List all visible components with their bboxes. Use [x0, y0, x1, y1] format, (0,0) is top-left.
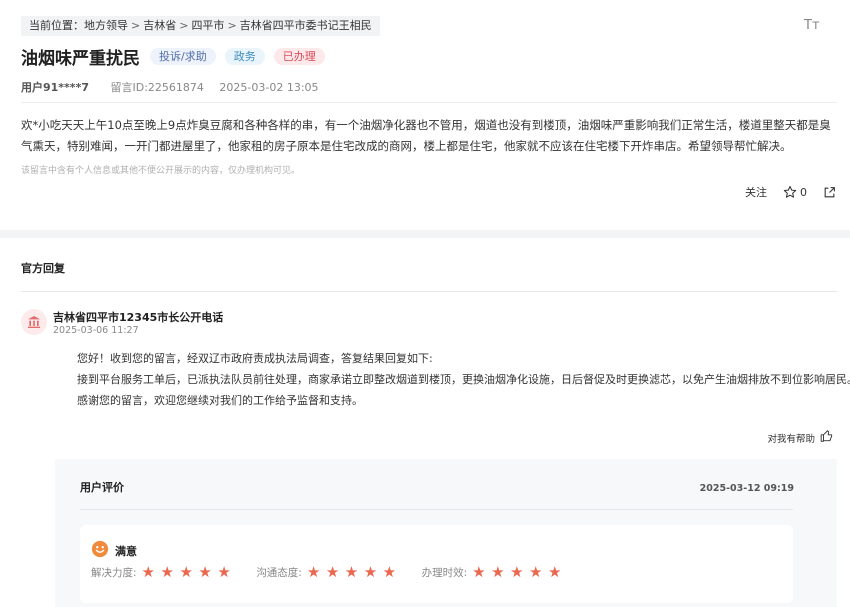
star-icon: ★: [529, 563, 543, 581]
helpful-button[interactable]: 对我有帮助: [767, 429, 834, 446]
smiley-face-icon: [91, 540, 109, 562]
satisfaction-label: 满意: [115, 545, 137, 558]
star-icon: ★: [344, 563, 359, 581]
official-reply-card: 官方回复 吉林省四平市12345市长公开电话 2025-03-06 11:27 …: [0, 238, 850, 607]
satisfaction-row: 满意: [91, 540, 137, 562]
breadcrumb-item-local-leaders[interactable]: 地方领导: [84, 16, 128, 36]
divider: [21, 291, 837, 292]
message-card: 当前位置：地方领导 > 吉林省 > 四平市 > 吉林省四平市委书记王相民 Tт 油烟味严重扰…: [0, 0, 850, 230]
star-rating: ★ ★ ★ ★ ★: [472, 565, 567, 580]
star-icon: ★: [325, 563, 340, 581]
evaluation-card: 满意 解决力度: ★ ★ ★ ★ ★ 沟通态度: ★ ★ ★ ★ ★ 办理时效: ★ ★ ★ ★ ★: [80, 525, 793, 603]
ratings-row: 解决力度: ★ ★ ★ ★ ★ 沟通态度: ★ ★ ★ ★ ★ 办理时效: ★ ★ ★ ★ ★: [91, 565, 587, 580]
breadcrumb-prefix: 当前位置：: [29, 19, 84, 32]
message-content: 欢*小吃天天上午10点至晚上9点炸臭豆腐和各种各样的串，有一个油烟净化器也不管用…: [21, 118, 831, 153]
reply-org-name: 吉林省四平市12345市长公开电话: [53, 311, 224, 324]
page-title: 油烟味严重扰民: [21, 48, 140, 69]
dept-tag: 政务: [224, 47, 265, 65]
breadcrumb-separator: >: [179, 19, 189, 32]
star-icon: ★: [363, 563, 378, 581]
star-icon: ★: [160, 563, 174, 581]
reply-line: 接到平台服务工单后，已派执法队员前往处理，商家承诺立即整改烟道到楼顶，更换油烟净…: [77, 373, 850, 386]
share-icon: [823, 186, 836, 199]
breadcrumb-item-province[interactable]: 吉林省: [143, 16, 176, 36]
type-tag: 投诉/求助: [150, 47, 216, 65]
reply-content: 您好！收到您的留言，经双辽市政府责成执法局调查，答复结果回复如下: 接到平台服务…: [77, 348, 850, 411]
rating-timeliness: 办理时效: ★ ★ ★ ★ ★: [422, 565, 567, 580]
star-icon: ★: [382, 563, 397, 581]
privacy-note: 该留言中含有个人信息或其他不便公开展示的内容，仅办理机构可见。: [21, 166, 301, 176]
reply-line: 感谢您的留言，欢迎您继续对我们的工作给予监督和支持。: [77, 394, 363, 407]
section-title: 官方回复: [21, 262, 65, 275]
breadcrumb: 当前位置：地方领导 > 吉林省 > 四平市 > 吉林省四平市委书记王相民: [21, 16, 380, 36]
star-icon: ★: [217, 563, 231, 581]
title-row: 油烟味严重扰民 投诉/求助 政务 已办理: [21, 44, 334, 69]
star-icon: ★: [472, 563, 486, 581]
message-meta: 用户91****7 留言ID:22561874 2025-03-02 13:05: [21, 79, 319, 95]
rating-label: 沟通态度:: [256, 567, 302, 579]
font-size-icon[interactable]: Tт: [804, 18, 820, 33]
message-id: 留言ID:22561874: [110, 81, 204, 94]
star-outline-icon: [783, 185, 797, 199]
divider: [80, 509, 793, 510]
reply-line: 您好！收到您的留言，经双辽市政府责成执法局调查，答复结果回复如下:: [77, 352, 433, 365]
status-badge: 已办理: [273, 47, 325, 65]
like-count: 0: [800, 185, 807, 199]
star-icon: ★: [141, 563, 155, 581]
star-icon: ★: [510, 563, 524, 581]
like-button[interactable]: 0: [783, 185, 807, 199]
star-icon: ★: [198, 563, 212, 581]
breadcrumb-separator: >: [131, 19, 141, 32]
rating-label: 解决力度:: [91, 567, 137, 579]
user-name: 用户91****7: [21, 81, 89, 94]
breadcrumb-item-city[interactable]: 四平市: [191, 16, 224, 36]
follow-button[interactable]: 关注: [745, 184, 767, 200]
share-button[interactable]: [823, 186, 836, 199]
evaluation-time: 2025-03-12 09:19: [699, 483, 794, 494]
message-actions: 关注 0: [729, 184, 836, 200]
message-time: 2025-03-02 13:05: [219, 81, 319, 94]
star-icon: ★: [179, 563, 193, 581]
government-building-icon: [21, 309, 47, 335]
thumbs-up-icon: [815, 429, 834, 446]
star-icon: ★: [491, 563, 505, 581]
reply-time: 2025-03-06 11:27: [53, 325, 139, 336]
star-icon: ★: [306, 563, 321, 581]
star-icon: ★: [547, 563, 562, 581]
star-rating: ★ ★ ★ ★ ★: [142, 565, 237, 580]
user-evaluation-panel: 用户评价 2025-03-12 09:19 满意 解决力度: ★ ★ ★ ★ ★ 沟通态…: [55, 459, 837, 607]
rating-resolution: 解决力度: ★ ★ ★ ★ ★: [91, 565, 236, 580]
breadcrumb-item-leader[interactable]: 吉林省四平市委书记王相民: [240, 16, 372, 36]
star-rating: ★ ★ ★ ★ ★: [307, 565, 402, 580]
rating-label: 办理时效:: [421, 567, 468, 579]
divider: [21, 102, 837, 103]
breadcrumb-separator: >: [227, 19, 237, 32]
evaluation-title: 用户评价: [80, 481, 124, 494]
rating-communication: 沟通态度: ★ ★ ★ ★ ★: [256, 565, 401, 580]
helpful-label: 对我有帮助: [767, 433, 815, 445]
